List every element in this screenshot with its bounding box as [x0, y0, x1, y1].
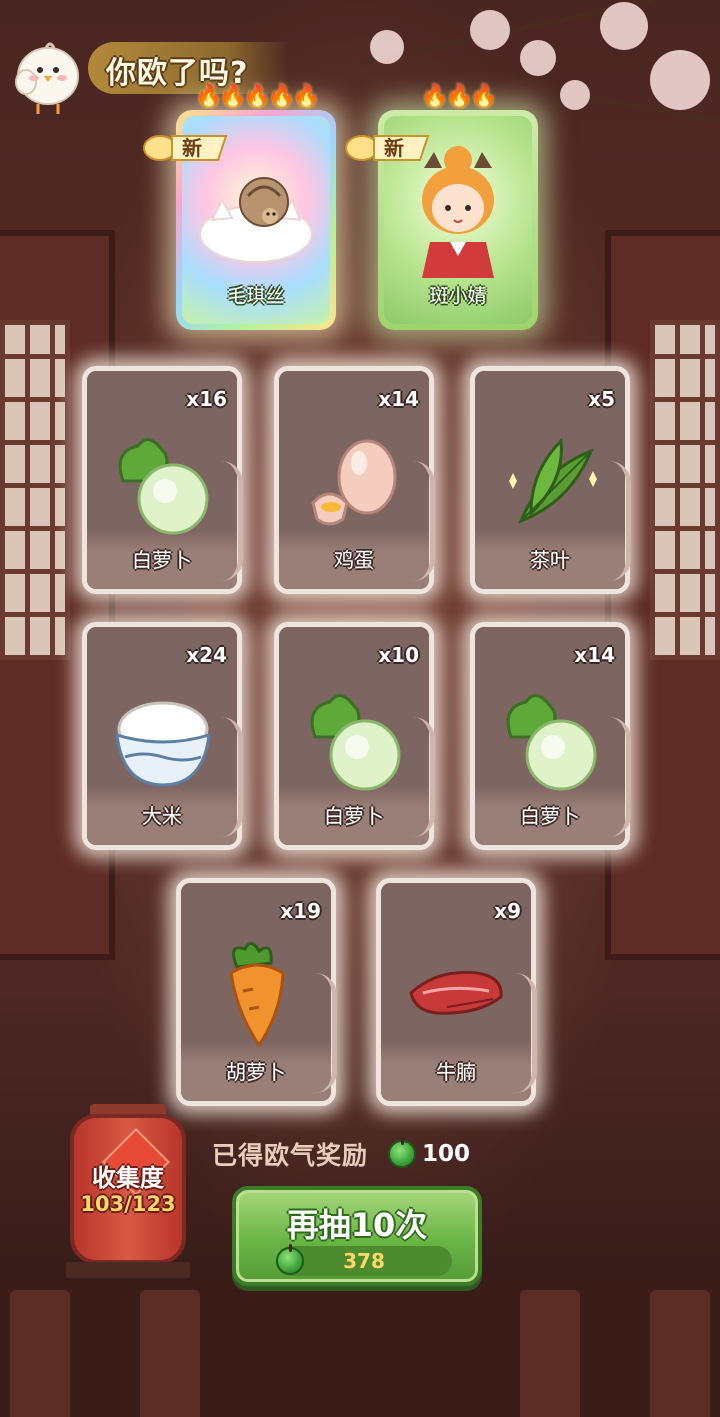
collection-progress: 103/123 [80, 1192, 176, 1216]
item-card[interactable]: x16 白萝卜 [82, 366, 243, 594]
item-name: 白萝卜 [520, 804, 580, 828]
item-count: x9 [494, 899, 521, 923]
character-card[interactable]: 🔥🔥🔥🔥🔥 毛琪丝 新 [143, 84, 336, 330]
item-name: 牛腩 [436, 1060, 476, 1084]
lattice-window-right [650, 320, 720, 660]
item-count: x14 [378, 387, 419, 411]
rice-bowl-icon [115, 701, 211, 787]
rarity-flames: 🔥🔥🔥 [421, 84, 497, 109]
new-badge: 新 [142, 128, 230, 168]
item-count: x19 [280, 899, 321, 923]
blossom-flower [470, 10, 510, 50]
draw-again-label: 再抽10次 [286, 1206, 428, 1244]
new-badge-text: 新 [384, 136, 404, 160]
carrot-icon [229, 942, 285, 1048]
white-radish-icon [118, 438, 209, 535]
item-name: 胡萝卜 [226, 1060, 286, 1084]
item-card[interactable]: x24 大米 [82, 622, 243, 850]
railing-post [140, 1290, 200, 1417]
item-card[interactable]: x9 牛腩 [376, 878, 537, 1106]
rarity-flames: 🔥🔥🔥🔥🔥 [195, 84, 320, 109]
lattice-window-left [0, 320, 70, 660]
beef-brisket-icon [409, 970, 503, 1015]
draw-again-button[interactable]: 再抽10次 378 [232, 1186, 482, 1286]
blossom-flower [560, 80, 590, 110]
character-portrait-maoqisi [199, 177, 313, 263]
railing-post [650, 1290, 710, 1417]
item-count: x16 [186, 387, 227, 411]
reward-label: 已得欧气奖励 [212, 1141, 369, 1170]
new-badge-text: 新 [182, 136, 202, 160]
white-radish-icon [310, 694, 401, 791]
green-apple-coin-icon [388, 1137, 417, 1168]
item-count: x14 [574, 643, 615, 667]
tea-leaf-icon [509, 437, 597, 524]
railing-post [10, 1290, 70, 1417]
item-name: 鸡蛋 [334, 548, 374, 572]
new-badge: 新 [344, 128, 432, 168]
chick-mascot-icon [15, 42, 79, 114]
item-name: 茶叶 [530, 548, 570, 572]
character-card[interactable]: 🔥🔥🔥 斑小婧 新 [345, 84, 538, 330]
item-card[interactable]: x19 胡萝卜 [176, 878, 337, 1106]
item-name: 白萝卜 [132, 548, 192, 572]
white-radish-icon [506, 694, 597, 791]
item-card[interactable]: x14 鸡蛋 [274, 366, 435, 594]
lantern-stand [66, 1262, 190, 1278]
character-name: 毛琪丝 [227, 285, 285, 307]
blossom-flower [370, 30, 404, 64]
reward-value: 100 [422, 1141, 471, 1167]
luck-reward-row: 已得欧气奖励 100 [212, 1136, 470, 1172]
item-card[interactable]: x14 白萝卜 [470, 622, 631, 850]
background-floor [0, 1280, 720, 1417]
item-card[interactable]: x5 茶叶 [470, 366, 631, 594]
item-count: x10 [378, 643, 419, 667]
draw-cost-value: 378 [343, 1249, 385, 1273]
collection-lantern[interactable]: 收集度 103/123 [66, 1104, 190, 1284]
item-name: 大米 [142, 804, 182, 828]
railing-post [520, 1290, 580, 1417]
blossom-flower [600, 2, 648, 50]
collection-label: 收集度 [92, 1164, 164, 1192]
character-name: 斑小婧 [429, 285, 487, 307]
egg-icon [311, 439, 397, 526]
blossom-flower [650, 50, 710, 110]
draw-cost-pill: 378 [276, 1244, 452, 1276]
item-name: 白萝卜 [324, 804, 384, 828]
item-card[interactable]: x10 白萝卜 [274, 622, 435, 850]
item-count: x5 [588, 387, 615, 411]
item-count: x24 [186, 643, 227, 667]
blossom-flower [520, 40, 556, 76]
